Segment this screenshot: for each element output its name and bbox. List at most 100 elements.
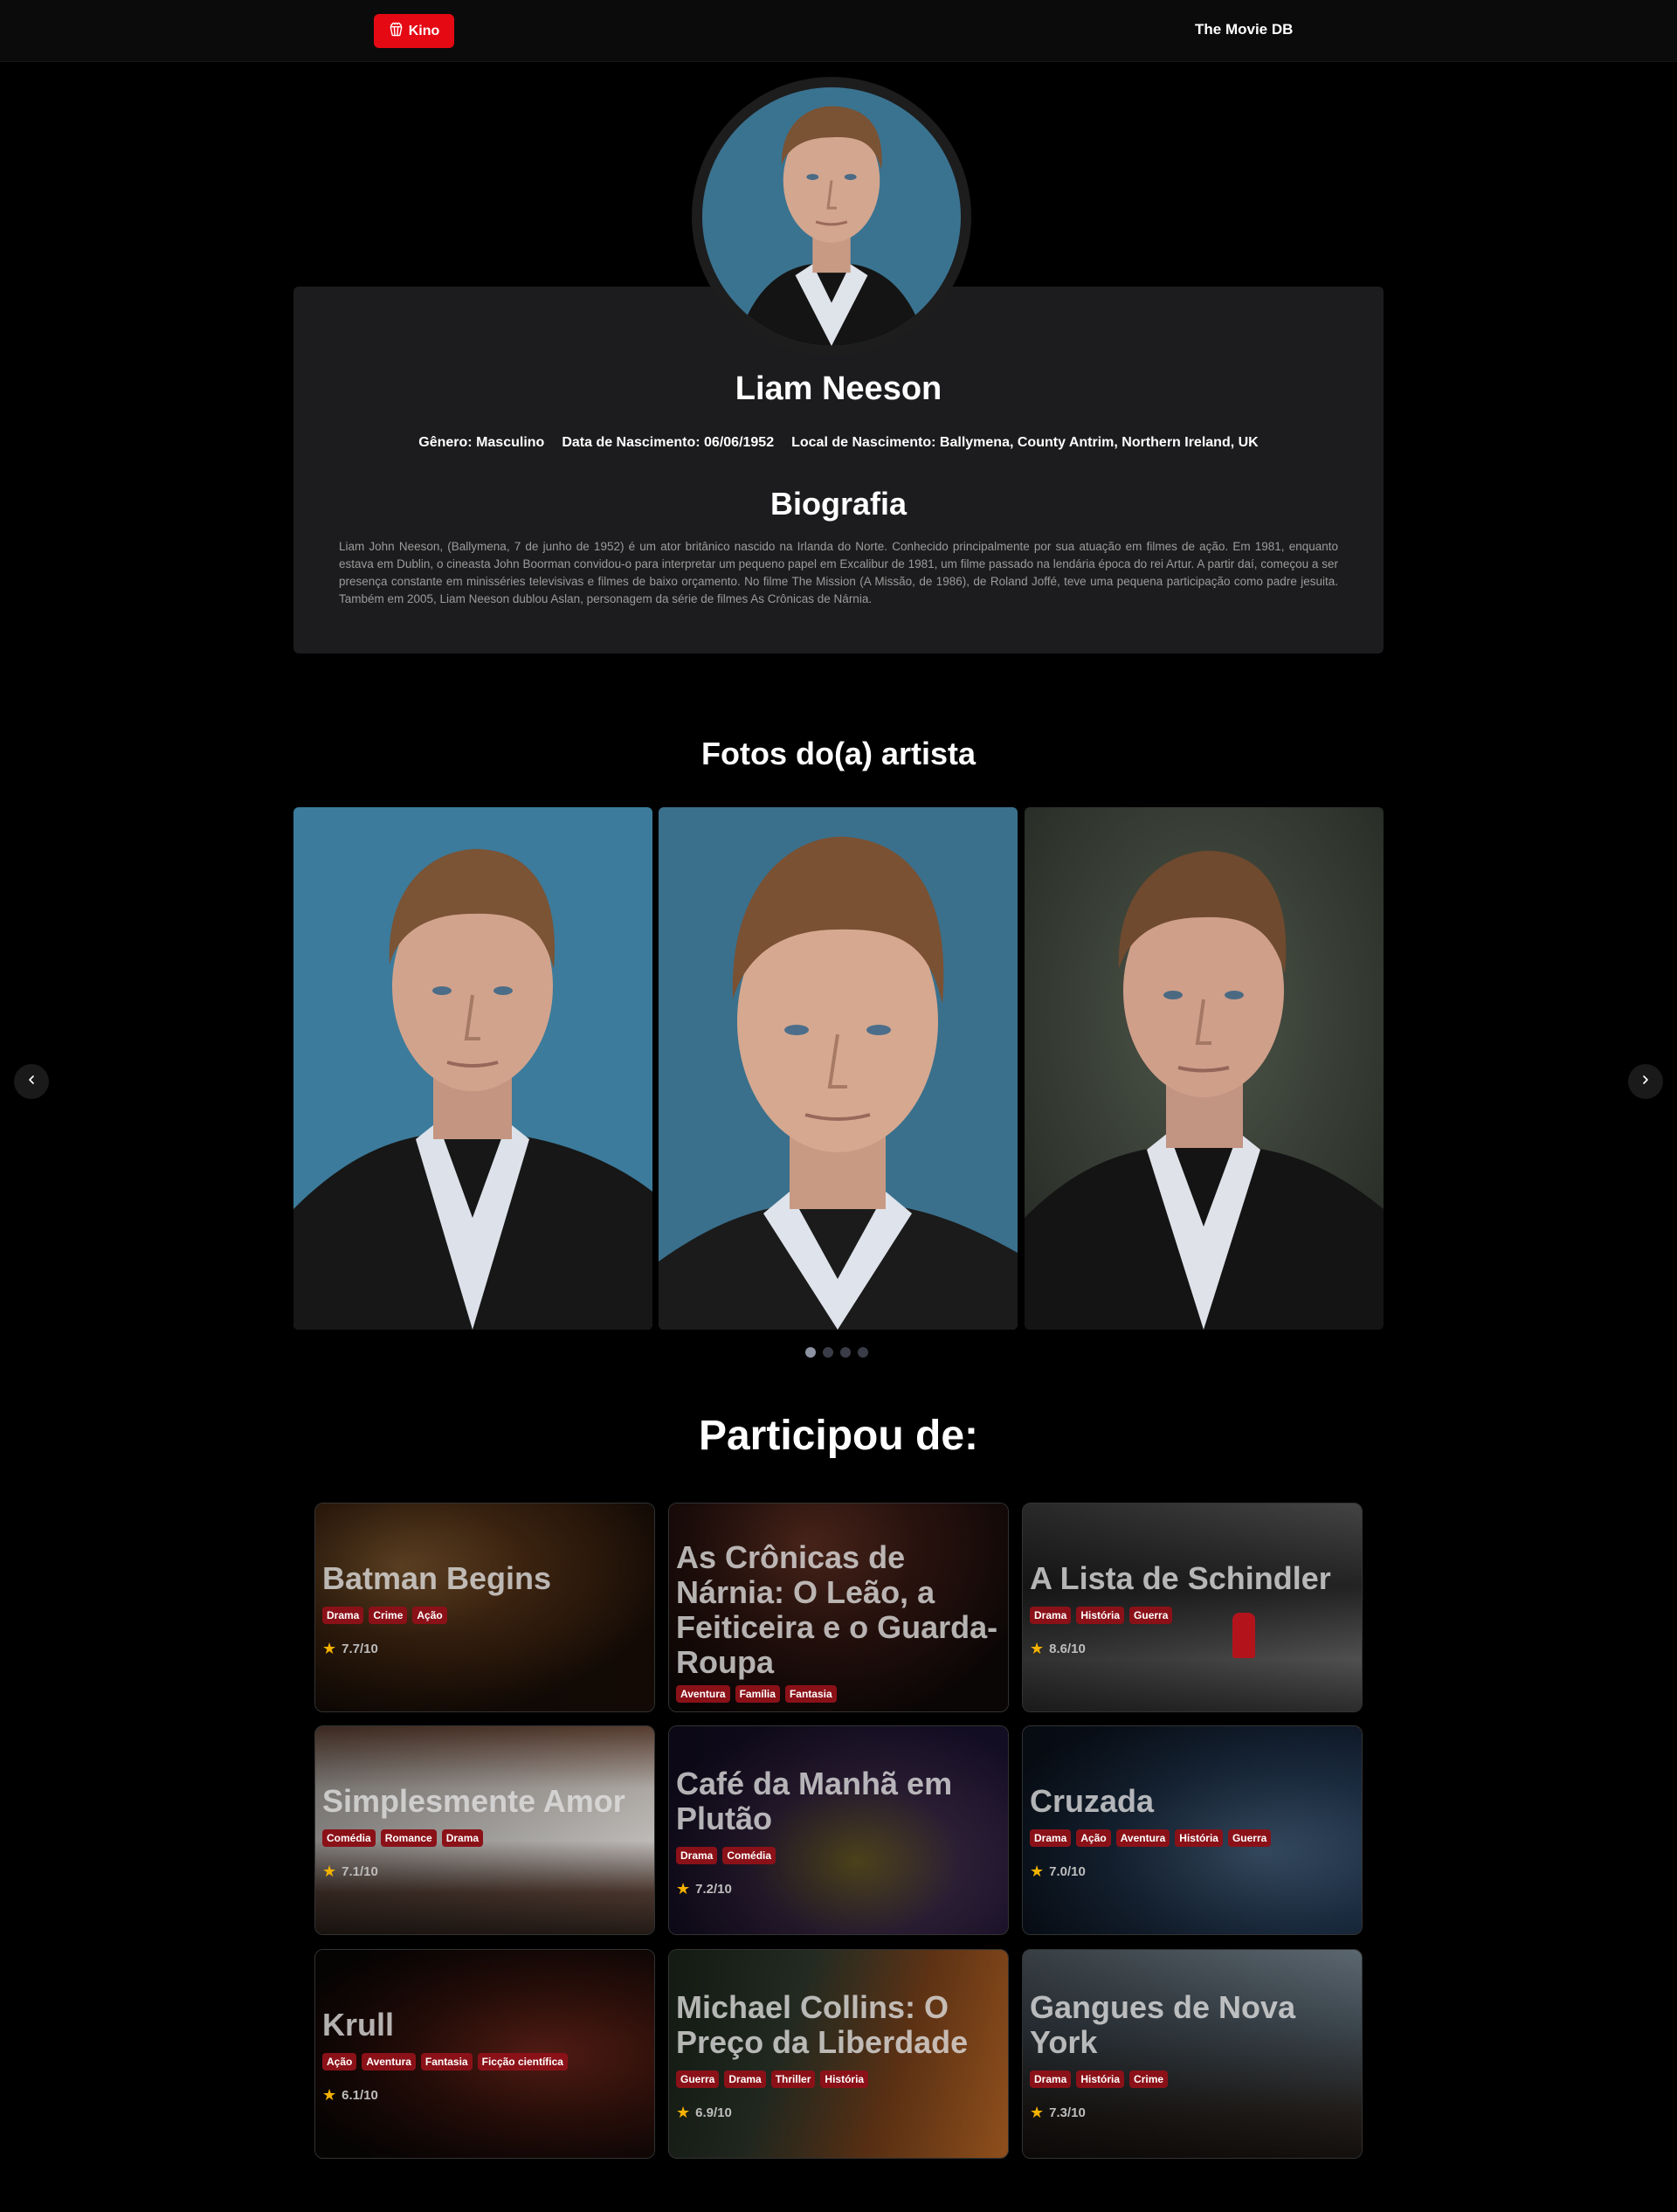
genre-tag: Ação [322, 2052, 357, 2070]
carousel-prev-button[interactable] [14, 1064, 49, 1099]
film-card[interactable]: Simplesmente Amor Comédia Romance Drama … [314, 1725, 655, 1935]
person-name: Liam Neeson [735, 370, 942, 407]
rating-value: 6.9/10 [695, 2105, 732, 2120]
popcorn-icon [389, 22, 404, 41]
genre-tag: Comédia [322, 1828, 376, 1847]
film-rating: ★ 7.3/10 [1030, 2104, 1355, 2122]
profile-photo [702, 87, 961, 346]
film-rating: ★ 8.6/10 [1030, 1640, 1355, 1658]
film-title: A Lista de Schindler [1030, 1559, 1331, 1596]
film-title: Simplesmente Amor [322, 1782, 625, 1819]
genre-tag: História [1076, 1606, 1125, 1624]
carousel-photo[interactable] [659, 807, 1018, 1330]
film-rating: ★ 7.2/10 [676, 1880, 1001, 1898]
carousel-pagination [805, 1347, 868, 1358]
rating-value: 7.0/10 [1049, 1863, 1086, 1879]
tmdb-link[interactable]: The Movie DB [1195, 21, 1293, 38]
carousel-dot[interactable] [805, 1347, 816, 1358]
genre-tag: Ficção científica [477, 2052, 568, 2070]
film-card[interactable]: Michael Collins: O Preço da Liberdade Gu… [668, 1949, 1009, 2159]
chevron-left-icon [24, 1073, 38, 1091]
star-icon: ★ [322, 1862, 337, 1880]
carousel-dot[interactable] [840, 1347, 851, 1358]
genre-tag: Aventura [676, 1685, 730, 1703]
genre-tag: Drama [1030, 1606, 1072, 1624]
film-title: Batman Begins [322, 1559, 552, 1596]
genre-tags: Drama História Guerra [1030, 1606, 1355, 1624]
genre-tags: Drama Crime Ação [322, 1606, 647, 1624]
star-icon: ★ [676, 1879, 691, 1897]
film-rating: ★ 6.9/10 [676, 2104, 1001, 2122]
genre-tag: Crime [1129, 2070, 1169, 2088]
rating-value: 8.6/10 [1049, 1641, 1086, 1656]
biography-heading: Biografia [769, 486, 908, 522]
carousel-dot[interactable] [823, 1347, 833, 1358]
chevron-right-icon [1639, 1073, 1653, 1091]
genre-tag: Crime [369, 1606, 408, 1624]
genre-tags: Ação Aventura Fantasia Ficção científica [322, 2052, 647, 2070]
film-card[interactable]: A Lista de Schindler Drama História Guer… [1022, 1503, 1363, 1712]
genre-tag: Drama [1030, 1828, 1072, 1847]
genre-tags: Drama Ação Aventura História Guerra [1030, 1828, 1355, 1847]
genre-tag: Drama [724, 2070, 766, 2088]
photos-heading: Fotos do(a) artista [700, 736, 976, 771]
home-logo-button[interactable]: Kino [374, 14, 454, 48]
film-title: Krull [322, 2006, 395, 2043]
rating-value: 7.3/10 [1049, 2105, 1086, 2120]
film-title: Café da Manhã em Plutão [676, 1765, 953, 1836]
profile-avatar [692, 77, 971, 356]
top-navbar: Kino The Movie DB [0, 0, 1677, 62]
film-card[interactable]: Café da Manhã em Plutão Drama Comédia ★ … [668, 1725, 1009, 1935]
film-rating: ★ 6.1/10 [322, 2086, 647, 2105]
carousel-dot[interactable] [858, 1347, 868, 1358]
genre-tag: Drama [676, 1846, 718, 1864]
person-facts: Gênero: Masculino Data de Nascimento: 06… [0, 435, 1677, 451]
star-icon: ★ [322, 1639, 337, 1657]
star-icon: ★ [676, 2103, 691, 2121]
genre-tag: História [1076, 2070, 1125, 2088]
rating-value: 6.1/10 [342, 2087, 378, 2103]
genre-tag: Romance [380, 1828, 437, 1847]
film-card[interactable]: Cruzada Drama Ação Aventura História Gue… [1022, 1725, 1363, 1935]
genre-tag: Aventura [1115, 1828, 1170, 1847]
film-title: Michael Collins: O Preço da Liberdade [676, 1988, 969, 2060]
birthday-field: Data de Nascimento: 06/06/1952 [562, 435, 775, 450]
genre-tag: Ação [412, 1606, 447, 1624]
genre-tag: História [820, 2070, 869, 2088]
genre-tags: Drama História Crime [1030, 2070, 1355, 2088]
genre-tag: Drama [441, 1828, 484, 1847]
genre-tag: Ação [1076, 1828, 1111, 1847]
genre-tag: Drama [1030, 2070, 1072, 2088]
rating-value: 7.1/10 [342, 1863, 378, 1879]
film-title: As Crônicas de Nárnia: O Leão, a Feitice… [676, 1539, 998, 1680]
film-card[interactable]: Gangues de Nova York Drama História Crim… [1022, 1949, 1363, 2159]
film-rating: ★ 7.0/10 [1030, 1863, 1355, 1881]
film-title: Gangues de Nova York [1030, 1988, 1296, 2060]
birthplace-field: Local de Nascimento: Ballymena, County A… [791, 435, 1259, 450]
genre-tag: Guerra [1129, 1606, 1173, 1624]
carousel-photo[interactable] [293, 807, 652, 1330]
genre-tags: Aventura Família Fantasia [676, 1685, 1001, 1703]
genre-tags: Drama Comédia [676, 1846, 1001, 1864]
film-card[interactable]: Krull Ação Aventura Fantasia Ficção cien… [314, 1949, 655, 2159]
genre-tag: Guerra [1227, 1828, 1272, 1847]
genre-tag: Fantasia [420, 2052, 473, 2070]
carousel-next-button[interactable] [1628, 1064, 1663, 1099]
film-card[interactable]: Batman Begins Drama Crime Ação ★ 7.7/10 [314, 1503, 655, 1712]
film-rating: ★ 7.7/10 [322, 1640, 647, 1658]
star-icon: ★ [322, 2085, 337, 2104]
filmography-heading: Participou de: [698, 1413, 979, 1459]
genre-tags: Comédia Romance Drama [322, 1828, 647, 1847]
rating-value: 7.7/10 [342, 1641, 378, 1656]
rating-value: 7.2/10 [695, 1881, 732, 1897]
gender-field: Gênero: Masculino [418, 435, 545, 450]
film-rating: ★ 7.1/10 [322, 1863, 647, 1881]
biography-text: Liam John Neeson, (Ballymena, 7 de junho… [339, 540, 1338, 605]
genre-tag: Fantasia [784, 1685, 837, 1703]
genre-tag: Drama [322, 1606, 364, 1624]
star-icon: ★ [1030, 2103, 1045, 2121]
carousel-photo[interactable] [1025, 807, 1384, 1330]
film-card[interactable]: As Crônicas de Nárnia: O Leão, a Feitice… [668, 1503, 1009, 1712]
star-icon: ★ [1030, 1862, 1045, 1880]
genre-tag: Família [735, 1685, 780, 1703]
